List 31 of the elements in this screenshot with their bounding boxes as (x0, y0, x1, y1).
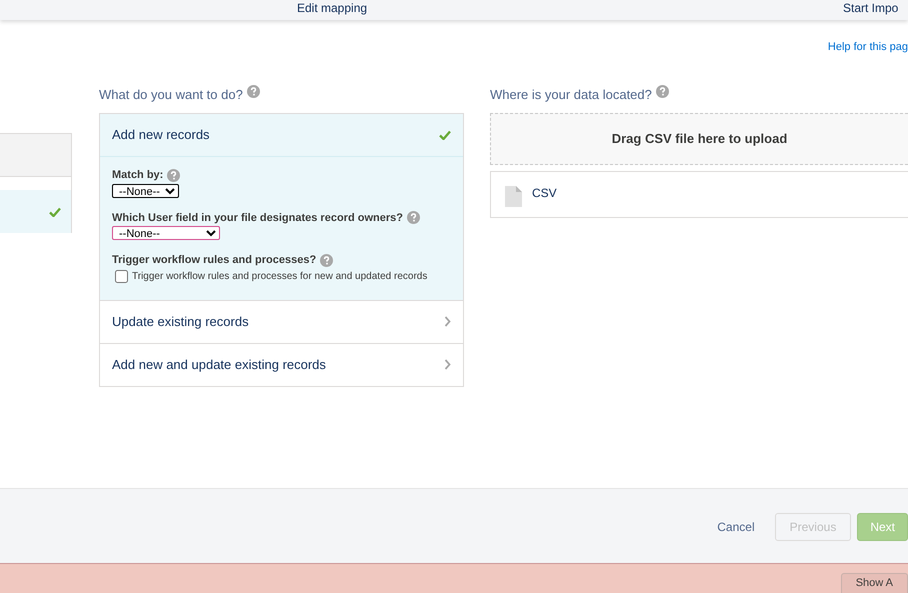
check-icon (439, 130, 451, 140)
match-by-select[interactable]: --None-- (112, 184, 179, 198)
help-icon[interactable] (320, 254, 334, 267)
chevron-right-icon (444, 359, 451, 370)
option-label: Add new and update existing records (112, 356, 326, 374)
show-all-button[interactable]: Show A (840, 573, 908, 593)
option-label: Add new records (112, 126, 210, 144)
help-icon[interactable] (246, 85, 260, 98)
file-type-option[interactable]: CSV (490, 171, 908, 218)
section-title: Where is your data located? (490, 86, 652, 104)
help-icon[interactable] (656, 85, 669, 98)
option-row[interactable]: Add new records (100, 114, 463, 157)
field-label: Which User field in your file designates record owners? (112, 210, 403, 226)
drop-zone[interactable]: Drag CSV file here to upload (490, 113, 908, 165)
owner-select[interactable]: --None-- (112, 226, 220, 240)
cancel-link[interactable]: Cancel (703, 513, 769, 541)
step-label: Start Impo (843, 1, 898, 15)
field-label: Match by: (112, 168, 164, 183)
step-label: Edit mapping (297, 1, 368, 15)
chevron-right-icon (444, 316, 451, 327)
document-icon (505, 186, 522, 207)
file-type-label: CSV (532, 185, 557, 202)
help-icon[interactable] (406, 211, 420, 224)
section-title: What do you want to do? (99, 86, 243, 104)
help-link[interactable]: Help for this pag (828, 39, 908, 56)
checkbox[interactable] (115, 270, 128, 282)
field-label: Trigger workflow rules and processes? (112, 253, 316, 268)
check-icon (49, 206, 61, 216)
option-label: Update existing records (112, 312, 249, 331)
checkbox-label: Trigger workflow rules and processes for new and updated records (132, 270, 428, 284)
help-icon[interactable] (167, 168, 180, 182)
